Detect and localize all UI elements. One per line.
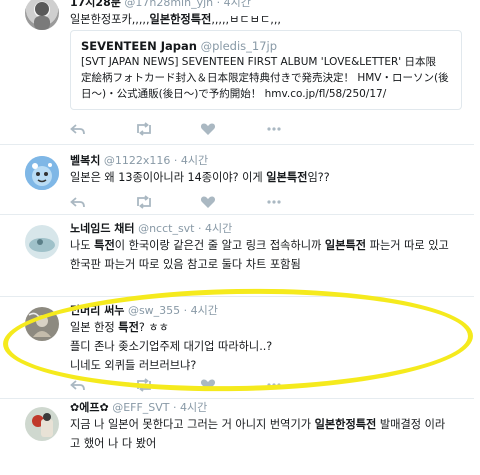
- quoted-display-name: SEVENTEEN Japan: [81, 39, 197, 53]
- like-icon[interactable]: [200, 122, 216, 136]
- search-match: 일본특전: [266, 171, 308, 184]
- tweet-header: 노네임드 채터 @ncct_svt · 4시간: [70, 222, 466, 236]
- tweet-header: 벨복치 @1122x116 · 4시간: [70, 154, 466, 168]
- quoted-tweet-card[interactable]: SEVENTEEN Japan @pledis_17jp [SVT JAPAN …: [70, 30, 462, 110]
- retweet-icon[interactable]: [135, 122, 151, 136]
- tweet-text: 일본 한정 특전? ㅎㅎ: [70, 321, 169, 334]
- tweet-text: 일본은 왜 13종이아니라 14종이야? 이게 일본특전임??: [70, 171, 330, 184]
- timestamp[interactable]: 4시간: [205, 222, 232, 235]
- retweet-icon[interactable]: [135, 195, 151, 209]
- tweet-text: 나도 특전이 한국이랑 같은건 줄 알고 링크 접속하니까 일본특전 파는거 따…: [70, 239, 449, 252]
- tweet-text-line-2: 플디 존나 좆소기업주제 대기업 따라하니..?: [70, 340, 273, 353]
- separator: ·: [216, 0, 221, 9]
- user-handle[interactable]: @sw_355: [128, 304, 180, 317]
- more-icon[interactable]: [266, 122, 282, 136]
- reply-icon[interactable]: [70, 378, 86, 392]
- reply-icon[interactable]: [70, 195, 86, 209]
- user-handle[interactable]: @EFF_SVT: [112, 401, 169, 414]
- search-match: 일본한정특전: [149, 13, 212, 26]
- tweet-text: 일본한정포카,,,,,일본한정특전,,,,,ㅂㄷㅂㄷ,,,: [70, 13, 281, 26]
- user-handle[interactable]: @ncct_svt: [138, 222, 194, 235]
- tweet-text: 지금 나 일본어 못한다고 그러는 거 아니지 번역기가 일본한정특전 발매결정…: [70, 418, 446, 431]
- separator: ·: [173, 154, 178, 167]
- user-handle[interactable]: @1122x116: [104, 154, 171, 167]
- quoted-text-line: 定絵柄フォトカード封入＆日本限定特典付きで発売決定！ HMV・ローソン(後: [81, 72, 449, 84]
- separator: ·: [198, 222, 202, 235]
- avatar[interactable]: [25, 407, 59, 441]
- tweet-header: ✿에프✿ @EFF_SVT · 4시간: [70, 401, 466, 415]
- search-match: 특전: [118, 321, 139, 334]
- tweet-header: 민머리 써누 @sw_355 · 4시간: [70, 304, 466, 318]
- display-name[interactable]: 노네임드 채터: [70, 222, 135, 235]
- quoted-text-line: 日～)・公式通販(後日～)で予約開始！ hmv.co.jp/fl/58/250/…: [81, 88, 387, 100]
- display-name[interactable]: ✿에프✿: [70, 401, 109, 414]
- timestamp[interactable]: 4시간: [180, 401, 207, 414]
- search-match: 특전: [94, 239, 115, 252]
- avatar[interactable]: [25, 225, 59, 259]
- display-name[interactable]: 벨복치: [70, 154, 100, 167]
- search-match: 일본한정특전: [314, 418, 377, 431]
- avatar[interactable]: [25, 0, 59, 30]
- timestamp[interactable]: 4시간: [224, 0, 251, 9]
- tweet-text-line-2: 한국판 파는거 따로 있음 참고로 둘다 차트 포함됨: [70, 258, 301, 271]
- avatar[interactable]: [25, 156, 59, 190]
- timeline: 17시28분 @17h28min_yjh · 4시간 일본한정포카,,,,,일본…: [0, 0, 480, 475]
- tweet-header: 17시28분 @17h28min_yjh · 4시간: [70, 0, 466, 10]
- timestamp[interactable]: 4시간: [181, 154, 208, 167]
- tweet-4[interactable]: 민머리 써누 @sw_355 · 4시간 일본 한정 특전? ㅎㅎ 플디 존나 …: [0, 297, 474, 399]
- display-name[interactable]: 17시28분: [70, 0, 121, 9]
- tweet-text-line-3: 니네도 외퀴들 러브러브냐?: [70, 359, 197, 372]
- like-icon[interactable]: [200, 378, 216, 392]
- more-icon[interactable]: [266, 378, 282, 392]
- more-icon[interactable]: [266, 195, 282, 209]
- reply-icon[interactable]: [70, 122, 86, 136]
- separator: ·: [173, 401, 177, 414]
- like-icon[interactable]: [200, 195, 216, 209]
- tweet-3[interactable]: 노네임드 채터 @ncct_svt · 4시간 나도 특전이 한국이랑 같은건 …: [0, 215, 474, 297]
- tweet-2[interactable]: 벨복치 @1122x116 · 4시간 일본은 왜 13종이아니라 14종이야?…: [0, 145, 474, 215]
- display-name[interactable]: 민머리 써누: [70, 304, 124, 317]
- separator: ·: [183, 304, 188, 317]
- retweet-icon[interactable]: [135, 378, 151, 392]
- tweet-text-line-2: 고 했어 나 다 봤어: [70, 437, 157, 450]
- tweet-5[interactable]: ✿에프✿ @EFF_SVT · 4시간 지금 나 일본어 못한다고 그러는 거 …: [0, 399, 474, 475]
- quoted-handle: @pledis_17jp: [200, 39, 278, 53]
- quoted-text-line: [SVT JAPAN NEWS] SEVENTEEN FIRST ALBUM '…: [81, 56, 437, 68]
- avatar[interactable]: [25, 307, 59, 341]
- tweet-1[interactable]: 17시28분 @17h28min_yjh · 4시간 일본한정포카,,,,,일본…: [0, 0, 474, 145]
- timestamp[interactable]: 4시간: [191, 304, 218, 317]
- user-handle[interactable]: @17h28min_yjh: [124, 0, 213, 9]
- search-match: 일본특전: [324, 239, 367, 252]
